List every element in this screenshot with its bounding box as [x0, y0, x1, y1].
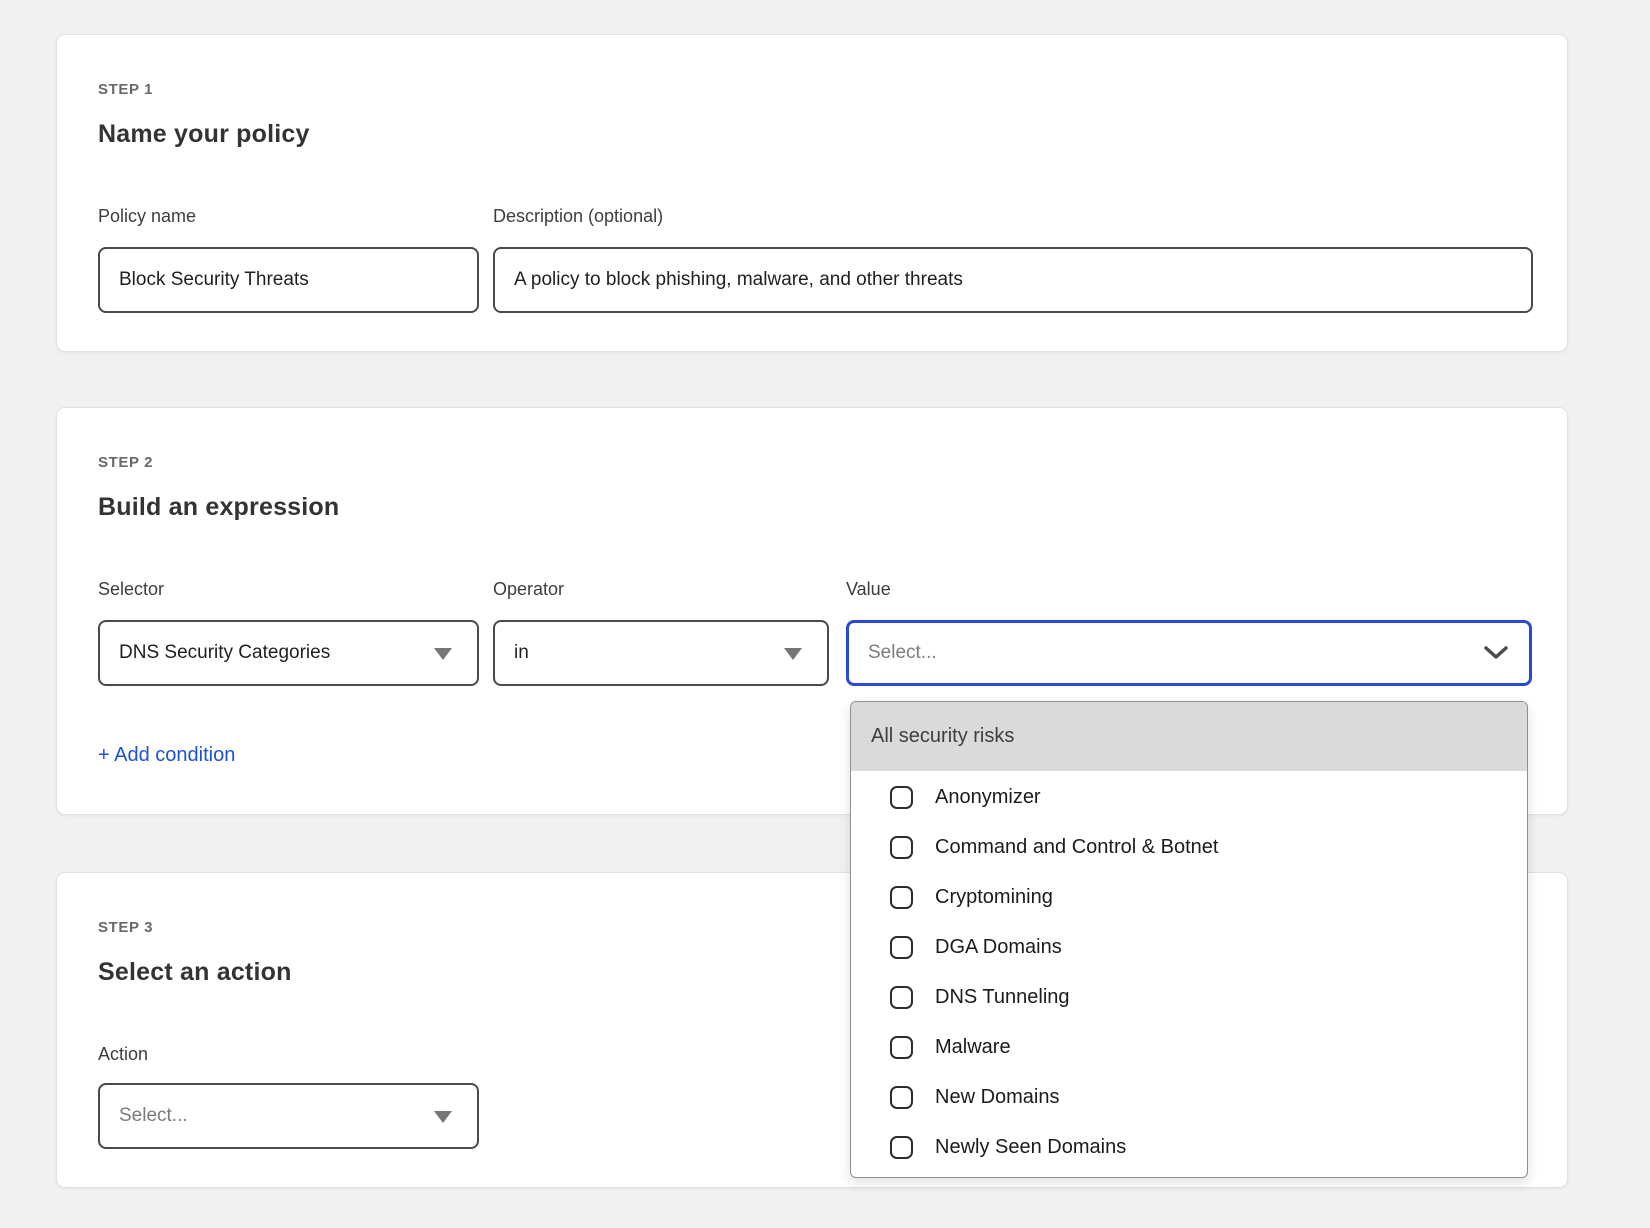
- value-label: Value: [846, 579, 891, 600]
- caret-down-icon: [434, 1111, 452, 1123]
- option-checkbox-unchecked[interactable]: [890, 1036, 913, 1059]
- dropdown-option[interactable]: DNS Tunneling: [851, 972, 1527, 1022]
- option-checkbox-unchecked[interactable]: [890, 986, 913, 1009]
- value-dropdown-panel: All security risks Anonymizer Command an…: [850, 701, 1528, 1178]
- step2-title: Build an expression: [98, 493, 339, 522]
- policy-name-value: Block Security Threats: [100, 269, 309, 291]
- action-label: Action: [98, 1044, 148, 1065]
- action-select[interactable]: Select...: [98, 1083, 479, 1149]
- option-label: Cryptomining: [935, 886, 1053, 909]
- step1-card: STEP 1 Name your policy Policy name Desc…: [56, 34, 1568, 352]
- option-checkbox-unchecked[interactable]: [890, 936, 913, 959]
- add-condition-link[interactable]: + Add condition: [98, 744, 235, 767]
- option-checkbox-unchecked[interactable]: [890, 1086, 913, 1109]
- dropdown-option[interactable]: Malware: [851, 1022, 1527, 1072]
- dropdown-option[interactable]: Anonymizer: [851, 772, 1527, 822]
- selector-value: DNS Security Categories: [100, 642, 330, 664]
- option-label: DGA Domains: [935, 936, 1062, 959]
- policy-name-label: Policy name: [98, 206, 196, 227]
- step1-title: Name your policy: [98, 120, 310, 149]
- option-label: DNS Tunneling: [935, 986, 1070, 1009]
- selector-label: Selector: [98, 579, 164, 600]
- option-checkbox-unchecked[interactable]: [890, 886, 913, 909]
- dropdown-option[interactable]: Newly Seen Domains: [851, 1122, 1527, 1172]
- selector-select[interactable]: DNS Security Categories: [98, 620, 479, 686]
- step3-title: Select an action: [98, 958, 292, 987]
- description-input[interactable]: A policy to block phishing, malware, and…: [493, 247, 1533, 313]
- description-value: A policy to block phishing, malware, and…: [495, 269, 963, 291]
- step1-label: STEP 1: [98, 81, 153, 98]
- option-label: Newly Seen Domains: [935, 1136, 1126, 1159]
- dropdown-option[interactable]: DGA Domains: [851, 922, 1527, 972]
- option-checkbox-unchecked[interactable]: [890, 1136, 913, 1159]
- chevron-down-icon: [1484, 646, 1508, 665]
- option-label: Anonymizer: [935, 786, 1041, 809]
- dropdown-options-list: Anonymizer Command and Control & Botnet …: [851, 771, 1527, 1172]
- operator-select[interactable]: in: [493, 620, 829, 686]
- action-placeholder: Select...: [100, 1105, 188, 1127]
- caret-down-icon: [434, 648, 452, 660]
- dropdown-option[interactable]: Command and Control & Botnet: [851, 822, 1527, 872]
- value-placeholder: Select...: [849, 642, 937, 664]
- dropdown-option[interactable]: Cryptomining: [851, 872, 1527, 922]
- operator-label: Operator: [493, 579, 564, 600]
- step3-label: STEP 3: [98, 919, 153, 936]
- operator-value: in: [495, 642, 529, 664]
- option-checkbox-unchecked[interactable]: [890, 786, 913, 809]
- option-checkbox-unchecked[interactable]: [890, 836, 913, 859]
- dropdown-option[interactable]: New Domains: [851, 1072, 1527, 1122]
- caret-down-icon: [784, 648, 802, 660]
- value-select[interactable]: Select...: [846, 620, 1532, 686]
- option-label: Malware: [935, 1036, 1011, 1059]
- description-label: Description (optional): [493, 206, 663, 227]
- dropdown-group-header: All security risks: [851, 702, 1527, 771]
- option-label: Command and Control & Botnet: [935, 836, 1219, 859]
- step2-label: STEP 2: [98, 454, 153, 471]
- policy-name-input[interactable]: Block Security Threats: [98, 247, 479, 313]
- option-label: New Domains: [935, 1086, 1059, 1109]
